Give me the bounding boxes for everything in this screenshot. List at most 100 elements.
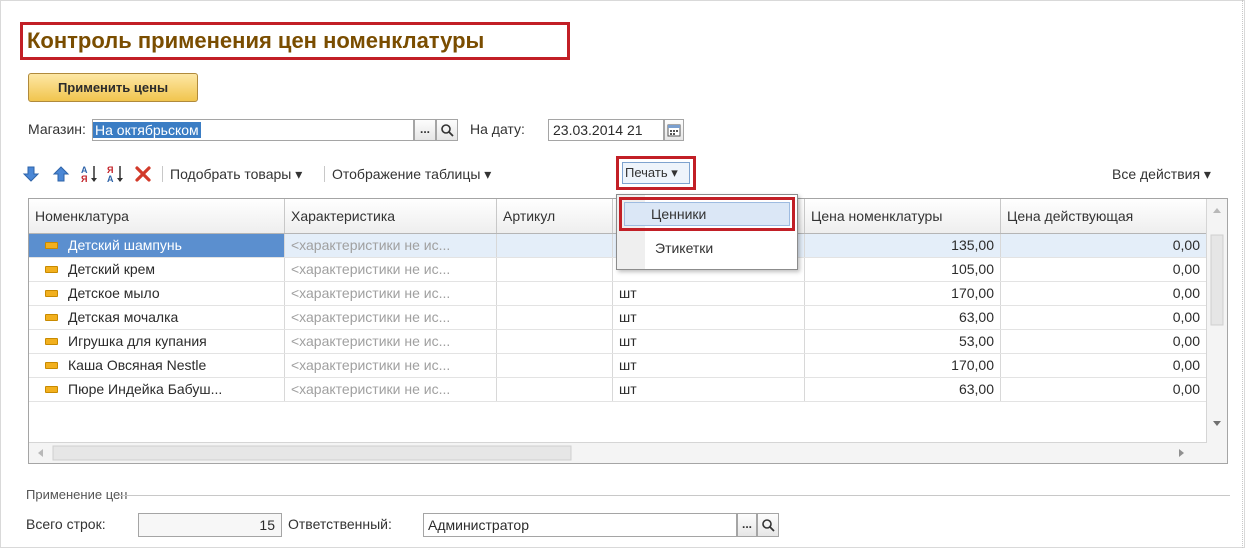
cell-current-price: 0,00: [1001, 282, 1207, 305]
svg-text:Я: Я: [81, 174, 87, 184]
cell-article: [497, 330, 613, 353]
cell-nomenclature: Каша Овсяная Nestle: [29, 354, 285, 377]
table-row[interactable]: Детская мочалка <характеристики не ис...…: [29, 306, 1207, 330]
catalog-item-icon: [45, 313, 58, 321]
window-edge: [1240, 0, 1243, 548]
calendar-button[interactable]: [664, 119, 684, 141]
cell-characteristic: <характеристики не ис...: [285, 234, 497, 257]
cell-item-price: 135,00: [805, 234, 1001, 257]
cell-nomenclature: Детская мочалка: [29, 306, 285, 329]
responsible-label: Ответственный:: [288, 516, 392, 532]
scrollbar-arrows-icon: [1210, 208, 1224, 426]
cell-characteristic: <характеристики не ис...: [285, 354, 497, 377]
cell-item-price: 170,00: [805, 354, 1001, 377]
total-rows-field: 15: [138, 513, 282, 537]
pick-goods-menu[interactable]: Подобрать товары ▾: [170, 163, 302, 185]
cell-current-price: 0,00: [1001, 378, 1207, 401]
cell-characteristic: <характеристики не ис...: [285, 306, 497, 329]
catalog-item-icon: [45, 361, 58, 369]
store-label: Магазин:: [28, 121, 86, 137]
store-field[interactable]: На октябрьском: [92, 119, 414, 141]
toolbar-separator: [324, 166, 325, 182]
search-icon: [441, 124, 454, 137]
cell-item-price: 170,00: [805, 282, 1001, 305]
cell-current-price: 0,00: [1001, 306, 1207, 329]
cell-unit: шт: [613, 354, 805, 377]
cell-item-price: 63,00: [805, 378, 1001, 401]
date-field[interactable]: 23.03.2014 21: [548, 119, 664, 141]
cell-unit: шт: [613, 282, 805, 305]
table-toolbar: AЯ ЯA Подобрать товары ▾ Отображение таб…: [22, 156, 1237, 190]
menu-item-labels[interactable]: Этикетки: [655, 233, 805, 263]
cell-article: [497, 258, 613, 281]
cell-article: [497, 378, 613, 401]
horizontal-scrollbar[interactable]: [29, 442, 1207, 463]
cell-nomenclature: Детское мыло: [29, 282, 285, 305]
total-rows-label: Всего строк:: [26, 516, 106, 532]
store-search-button[interactable]: [436, 119, 458, 141]
cell-unit: шт: [613, 378, 805, 401]
store-value: На октябрьском: [93, 122, 201, 138]
search-icon: [762, 519, 775, 532]
section-label: Применение цен: [26, 487, 128, 502]
cell-current-price: 0,00: [1001, 258, 1207, 281]
cell-characteristic: <характеристики не ис...: [285, 378, 497, 401]
table-row[interactable]: Игрушка для купания <характеристики не и…: [29, 330, 1207, 354]
date-label: На дату:: [470, 121, 525, 137]
print-dropdown-menu: Ценники Этикетки: [616, 194, 798, 270]
cell-nomenclature: Детский шампунь: [29, 234, 285, 257]
cell-nomenclature: Детский крем: [29, 258, 285, 281]
column-header-characteristic[interactable]: Характеристика: [285, 199, 497, 233]
sort-ascending-button[interactable]: AЯ: [80, 163, 100, 185]
sort-descending-button[interactable]: ЯA: [106, 163, 126, 185]
table-row[interactable]: Пюре Индейка Бабуш... <характеристики не…: [29, 378, 1207, 402]
column-header-nomenclature[interactable]: Номенклатура: [29, 199, 285, 233]
cell-nomenclature: Игрушка для купания: [29, 330, 285, 353]
responsible-select-button[interactable]: ...: [737, 513, 757, 537]
cell-article: [497, 234, 613, 257]
table-row[interactable]: Детское мыло <характеристики не ис... шт…: [29, 282, 1207, 306]
catalog-item-icon: [45, 385, 58, 393]
catalog-item-icon: [45, 337, 58, 345]
print-menu-highlight: Печать ▾: [616, 156, 696, 190]
move-up-button[interactable]: [52, 163, 70, 185]
cell-item-price: 63,00: [805, 306, 1001, 329]
cell-article: [497, 354, 613, 377]
sort-ascending-icon: AЯ: [81, 165, 97, 184]
print-menu-button[interactable]: Печать ▾: [622, 162, 690, 184]
page-title: Контроль применения цен номенклатуры: [20, 22, 570, 60]
arrow-down-icon: [22, 166, 40, 182]
table-view-menu[interactable]: Отображение таблицы ▾: [332, 163, 491, 185]
table-row[interactable]: Каша Овсяная Nestle <характеристики не и…: [29, 354, 1207, 378]
column-header-current-price[interactable]: Цена действующая: [1001, 199, 1207, 233]
catalog-item-icon: [45, 241, 58, 249]
delete-button[interactable]: [134, 163, 152, 185]
column-header-article[interactable]: Артикул: [497, 199, 613, 233]
catalog-item-icon: [45, 289, 58, 297]
vertical-scrollbar[interactable]: [1206, 199, 1227, 463]
catalog-item-icon: [45, 265, 58, 273]
cell-characteristic: <характеристики не ис...: [285, 282, 497, 305]
column-header-item-price[interactable]: Цена номенклатуры: [805, 199, 1001, 233]
scrollbar-arrows-icon: [38, 445, 1184, 461]
cell-article: [497, 306, 613, 329]
cell-item-price: 53,00: [805, 330, 1001, 353]
cell-item-price: 105,00: [805, 258, 1001, 281]
store-select-button[interactable]: ...: [414, 119, 436, 141]
cell-current-price: 0,00: [1001, 354, 1207, 377]
menu-item-price-tags[interactable]: Ценники: [651, 199, 801, 229]
cell-nomenclature: Пюре Индейка Бабуш...: [29, 378, 285, 401]
toolbar-separator: [162, 166, 163, 182]
responsible-field[interactable]: Администратор: [423, 513, 737, 537]
apply-prices-button[interactable]: Применить цены: [28, 73, 198, 102]
svg-text:A: A: [107, 174, 114, 184]
cell-unit: шт: [613, 306, 805, 329]
all-actions-menu[interactable]: Все действия ▾: [1112, 163, 1211, 185]
cell-characteristic: <характеристики не ис...: [285, 330, 497, 353]
calendar-icon: [667, 124, 681, 137]
cell-current-price: 0,00: [1001, 234, 1207, 257]
responsible-search-button[interactable]: [757, 513, 779, 537]
cell-unit: шт: [613, 330, 805, 353]
move-down-button[interactable]: [22, 163, 40, 185]
delete-icon: [135, 166, 151, 182]
